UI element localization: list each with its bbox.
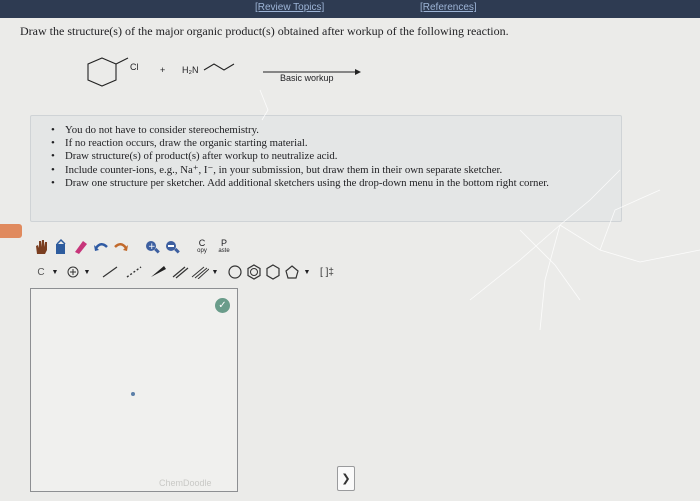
single-bond-icon[interactable]	[100, 264, 120, 280]
lasso-icon[interactable]	[52, 237, 70, 257]
bond-dropdown-icon[interactable]: ▼	[210, 264, 220, 280]
benzene-icon[interactable]	[245, 263, 263, 281]
element-picker[interactable]: C	[34, 264, 48, 280]
canvas-cursor-dot	[131, 392, 135, 396]
references-link[interactable]: [References]	[420, 2, 477, 13]
question-text: Draw the structure(s) of the major organ…	[20, 24, 509, 38]
ring-dropdown-icon[interactable]: ▼	[302, 264, 312, 280]
chemdoodle-watermark: ChemDoodle	[159, 478, 212, 488]
arrow-head	[355, 69, 361, 75]
copy-sub: opy	[197, 248, 207, 254]
triple-bond-icon[interactable]	[190, 264, 210, 280]
amine-label: H₂N	[182, 65, 199, 75]
svg-text:+: +	[148, 242, 156, 252]
propyl-chain	[203, 63, 235, 71]
bracket-tool[interactable]: [ ]‡	[314, 264, 340, 280]
review-topics-link[interactable]: [Review Topics]	[255, 2, 324, 13]
instructions-box: You do not have to consider stereochemis…	[30, 115, 622, 222]
add-sketcher-dropdown[interactable]: ❯	[337, 466, 355, 491]
cyclopropane-icon[interactable]	[226, 263, 244, 281]
plus-sign: +	[160, 65, 166, 75]
instruction-item: If no reaction occurs, draw the organic …	[51, 137, 601, 150]
zoom-in-icon[interactable]: +	[143, 237, 161, 257]
wedge-bond-icon[interactable]	[148, 264, 168, 280]
paste-label: P	[220, 238, 227, 248]
double-bond-icon[interactable]	[170, 264, 190, 280]
copy-button[interactable]: C opy	[192, 235, 212, 259]
reaction-scheme: Cl + H₂N Basic workup	[80, 50, 380, 100]
ch2-bond	[115, 57, 129, 65]
dashed-bond-icon[interactable]	[124, 264, 144, 280]
sketcher-canvas[interactable]: ChemDoodle	[30, 288, 238, 492]
top-bar: [Review Topics] [References]	[0, 0, 700, 18]
undo-icon[interactable]	[92, 237, 110, 257]
cyclohexane-icon[interactable]	[264, 263, 282, 281]
charge-dropdown-icon[interactable]: ▼	[82, 264, 92, 280]
cyclopentane-icon[interactable]	[283, 263, 301, 281]
side-tab[interactable]	[0, 224, 22, 238]
hand-icon[interactable]	[32, 237, 50, 257]
eraser-icon[interactable]	[72, 237, 90, 257]
paste-button[interactable]: P aste	[214, 235, 234, 259]
instruction-item: You do not have to consider stereochemis…	[51, 124, 601, 137]
cyclohexane-ring	[87, 57, 117, 87]
sketcher-toolbar-top: + C opy P aste	[30, 235, 250, 259]
reaction-condition: Basic workup	[280, 73, 334, 83]
zoom-out-icon[interactable]	[163, 237, 181, 257]
paste-sub: aste	[218, 248, 230, 254]
sketcher-toolbar-bottom: C ▼ ▼ ▼ ▼ [ ]‡	[30, 262, 360, 282]
instruction-item: Include counter-ions, e.g., Na⁺, I⁻, in …	[51, 164, 601, 177]
instruction-item: Draw one structure per sketcher. Add add…	[51, 177, 601, 190]
check-icon[interactable]: ✓	[215, 298, 230, 313]
charge-plus-icon[interactable]	[66, 264, 80, 280]
redo-icon[interactable]	[112, 237, 130, 257]
chloride-label: Cl	[130, 62, 139, 72]
reaction-scheme-drawing	[87, 57, 361, 87]
copy-label: C	[198, 238, 206, 248]
element-dropdown-icon[interactable]: ▼	[50, 264, 60, 280]
instruction-item: Draw structure(s) of product(s) after wo…	[51, 150, 601, 163]
